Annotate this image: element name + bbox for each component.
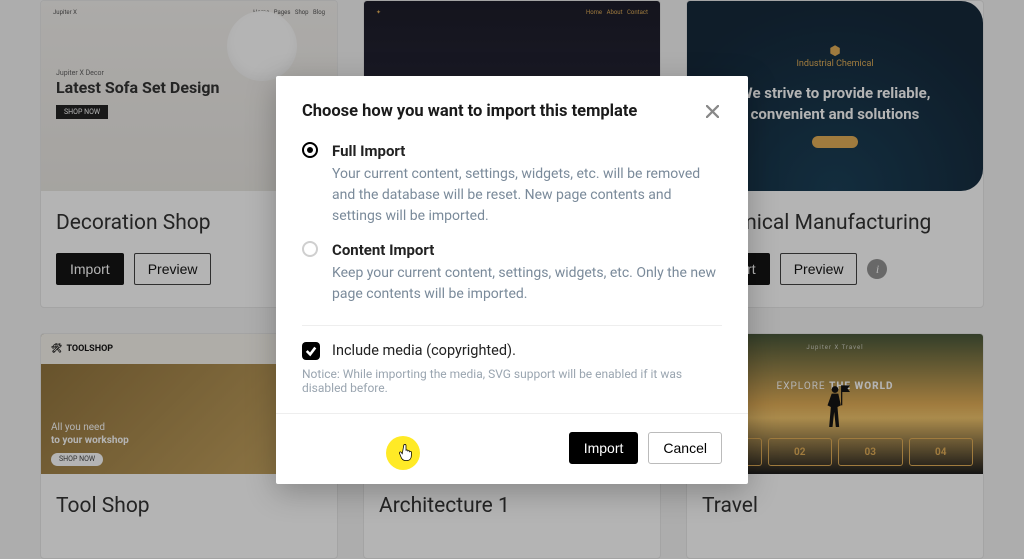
close-button[interactable]	[702, 102, 722, 122]
radio-full-import[interactable]	[302, 142, 318, 158]
modal-import-button[interactable]: Import	[569, 432, 639, 464]
modal-footer: Import Cancel	[276, 413, 748, 464]
modal-cancel-button[interactable]: Cancel	[648, 432, 722, 464]
checkbox-label: Include media (copyrighted).	[332, 342, 722, 359]
import-modal: Choose how you want to import this templ…	[276, 76, 748, 484]
cursor-highlight	[386, 436, 420, 470]
option-label: Content Import	[332, 241, 722, 259]
option-label: Full Import	[332, 142, 722, 160]
close-icon	[706, 105, 719, 118]
modal-overlay: Choose how you want to import this templ…	[0, 0, 1024, 559]
option-desc: Your current content, settings, widgets,…	[332, 164, 722, 227]
checkbox-include-media[interactable]	[302, 342, 320, 360]
modal-title: Choose how you want to import this templ…	[302, 102, 637, 121]
option-desc: Keep your current content, settings, wid…	[332, 263, 722, 305]
cursor-icon	[398, 444, 414, 462]
radio-content-import[interactable]	[302, 241, 318, 257]
media-notice: Notice: While importing the media, SVG s…	[276, 361, 748, 399]
divider	[302, 325, 722, 326]
include-media-row[interactable]: Include media (copyrighted).	[276, 336, 748, 361]
option-content-import[interactable]: Content Import Keep your current content…	[276, 237, 748, 315]
check-icon	[305, 345, 317, 357]
option-full-import[interactable]: Full Import Your current content, settin…	[276, 138, 748, 237]
